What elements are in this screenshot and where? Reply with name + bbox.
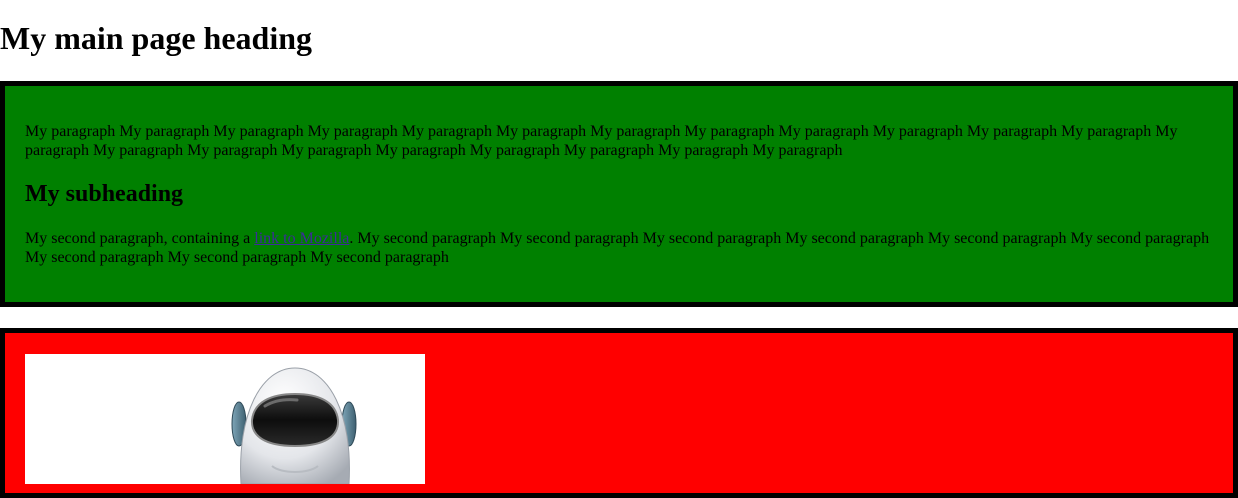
page-heading: My main page heading <box>0 20 313 56</box>
mozilla-link[interactable]: link to Mozilla <box>254 230 349 247</box>
paragraph-1: My paragraph My paragraph My paragraph M… <box>25 123 1178 159</box>
robot-head-icon <box>231 367 357 484</box>
paragraph-2: My second paragraph, containing a link t… <box>25 229 1215 267</box>
robot-image <box>25 354 425 484</box>
red-image-section <box>0 328 1238 498</box>
subheading: My subheading <box>25 181 184 207</box>
paragraph-2-start: My second paragraph, containing a <box>25 230 255 247</box>
green-content-section: My paragraph My paragraph My paragraph M… <box>0 81 1238 307</box>
